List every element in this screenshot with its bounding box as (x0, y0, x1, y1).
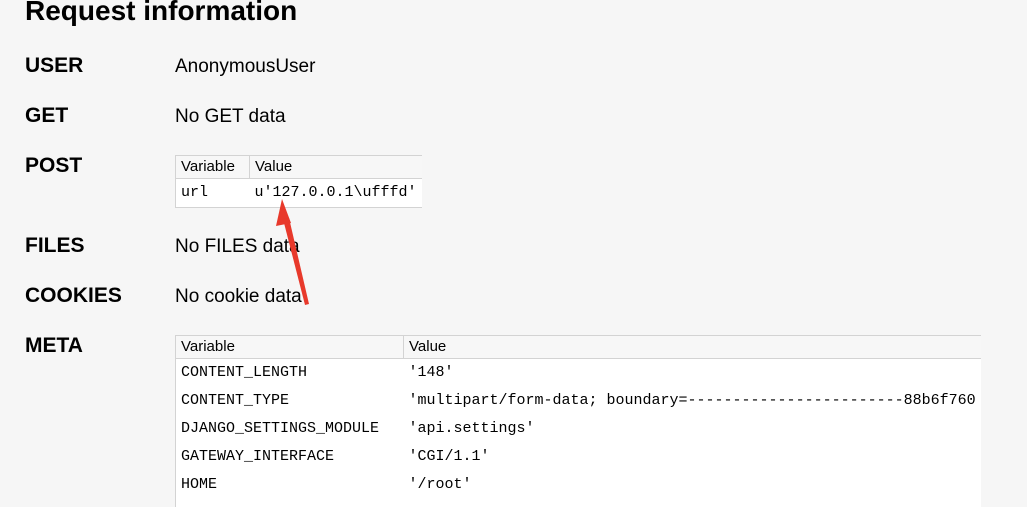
post-header-value: Value (249, 155, 422, 179)
meta-table: Variable Value CONTENT_LENGTH '148' CONT… (175, 335, 981, 507)
meta-table-header: Variable Value (175, 335, 981, 359)
meta-header-value: Value (403, 335, 981, 359)
post-header-variable: Variable (175, 155, 250, 179)
section-label-user: USER (25, 54, 84, 77)
files-value: No FILES data (175, 236, 300, 257)
section-label-cookies: COOKIES (25, 284, 122, 307)
table-row: url u'127.0.0.1\ufffd' (176, 179, 422, 208)
user-value: AnonymousUser (175, 56, 316, 77)
page-title: Request information (25, 0, 298, 26)
table-row: GATEWAY_INTERFACE 'CGI/1.1' (176, 443, 981, 471)
cookies-value: No cookie data (175, 286, 302, 307)
section-label-get: GET (25, 104, 69, 127)
meta-header-variable: Variable (175, 335, 404, 359)
meta-row-value: '148' (408, 364, 454, 381)
post-row-variable: url (181, 184, 209, 201)
table-row: CONTENT_TYPE 'multipart/form-data; bound… (176, 387, 981, 415)
table-row (176, 499, 981, 507)
meta-row-variable: CONTENT_LENGTH (181, 364, 308, 381)
post-table: Variable Value url u'127.0.0.1\ufffd' (175, 155, 422, 208)
table-row: CONTENT_LENGTH '148' (176, 359, 981, 388)
meta-row-variable (176, 499, 404, 507)
meta-row-variable: CONTENT_TYPE (181, 392, 290, 409)
meta-row-value: 'api.settings' (408, 420, 535, 437)
section-label-files: FILES (25, 234, 85, 257)
post-row-value: u'127.0.0.1\ufffd' (254, 184, 417, 201)
meta-row-variable: GATEWAY_INTERFACE (181, 448, 335, 465)
meta-row-value: '/root' (408, 476, 472, 493)
meta-row-variable: DJANGO_SETTINGS_MODULE (181, 420, 380, 437)
table-row: HOME '/root' (176, 471, 981, 499)
meta-row-value: 'multipart/form-data; boundary=---------… (408, 392, 976, 409)
table-row: DJANGO_SETTINGS_MODULE 'api.settings' (176, 415, 981, 443)
meta-row-value (404, 499, 981, 507)
meta-row-value: 'CGI/1.1' (408, 448, 490, 465)
post-table-header: Variable Value (175, 155, 422, 179)
section-label-post: POST (25, 154, 83, 177)
meta-row-variable: HOME (181, 476, 218, 493)
section-label-meta: META (25, 334, 83, 357)
get-value: No GET data (175, 106, 286, 127)
